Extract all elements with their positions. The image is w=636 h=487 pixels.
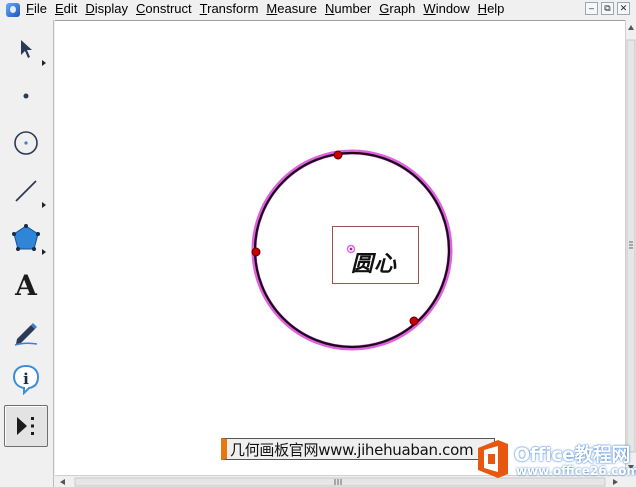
office-logo: Office教程网 www.office26.com bbox=[470, 436, 636, 482]
vertical-scrollbar[interactable] bbox=[625, 20, 636, 475]
office-logo-title: Office教程网 bbox=[514, 444, 630, 466]
circle-point-left[interactable] bbox=[251, 247, 261, 257]
watermark-text: 几何画板官网www.jihehuaban.com bbox=[230, 440, 474, 459]
circle-point-top[interactable] bbox=[333, 150, 343, 160]
center-label[interactable]: 圆心 bbox=[351, 246, 397, 278]
vertical-scrollbar-graphics bbox=[626, 25, 636, 470]
watermark-banner: 几何画板官网www.jihehuaban.com bbox=[221, 438, 495, 460]
sketch-drawing bbox=[251, 149, 453, 351]
office-logo-icon bbox=[478, 440, 508, 478]
office-logo-url: www.office26.com bbox=[516, 464, 636, 478]
circle-point-bottom-right[interactable] bbox=[409, 316, 419, 326]
